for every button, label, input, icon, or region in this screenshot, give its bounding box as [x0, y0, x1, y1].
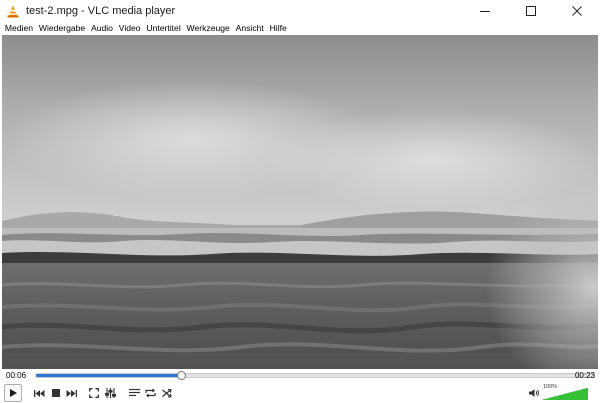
menu-untertitel[interactable]: Untertitel [143, 23, 183, 34]
stop-button[interactable] [49, 386, 63, 400]
close-button[interactable] [554, 0, 600, 22]
extended-settings-button[interactable] [103, 386, 117, 400]
playlist-button[interactable] [127, 386, 141, 400]
stop-icon [52, 389, 60, 397]
window-title: test-2.mpg - VLC media player [26, 5, 176, 17]
skip-next-icon [66, 389, 77, 397]
close-icon [572, 6, 582, 16]
maximize-button[interactable] [508, 0, 554, 22]
menu-bar: Medien Wiedergabe Audio Video Untertitel… [0, 22, 600, 35]
controls-bar: 100% [0, 383, 600, 403]
loop-icon [144, 388, 156, 398]
menu-werkzeuge[interactable]: Werkzeuge [184, 23, 233, 34]
menu-medien[interactable]: Medien [2, 23, 36, 34]
fullscreen-button[interactable] [87, 386, 101, 400]
menu-audio[interactable]: Audio [88, 23, 116, 34]
seek-row: 00:06 00:23 [0, 369, 600, 383]
volume-slider[interactable] [542, 388, 588, 400]
total-time[interactable]: 00:23 [575, 371, 595, 380]
vlc-cone-icon[interactable] [2, 0, 24, 22]
elapsed-time[interactable]: 00:06 [6, 371, 26, 380]
previous-button[interactable] [32, 386, 46, 400]
equalizer-icon [104, 388, 116, 398]
shuffle-icon [162, 388, 172, 398]
play-button[interactable] [4, 384, 22, 402]
skip-previous-icon [33, 389, 44, 397]
menu-video[interactable]: Video [116, 23, 144, 34]
seek-progress-fill [36, 374, 182, 377]
minimize-icon [480, 11, 490, 12]
title-bar: test-2.mpg - VLC media player [0, 0, 600, 22]
playlist-icon [128, 388, 140, 397]
window-controls [462, 0, 600, 22]
fullscreen-icon [89, 388, 99, 398]
seek-slider[interactable] [35, 371, 595, 380]
video-frame[interactable] [2, 35, 598, 369]
random-button[interactable] [160, 386, 174, 400]
loop-button[interactable] [143, 386, 157, 400]
menu-wiedergabe[interactable]: Wiedergabe [36, 23, 88, 34]
speaker-icon [528, 389, 539, 397]
maximize-icon [526, 6, 536, 16]
next-button[interactable] [64, 386, 78, 400]
seek-handle[interactable] [176, 371, 186, 380]
mute-button[interactable] [527, 386, 541, 400]
minimize-button[interactable] [462, 0, 508, 22]
menu-hilfe[interactable]: Hilfe [267, 23, 290, 34]
play-icon [10, 389, 17, 397]
menu-ansicht[interactable]: Ansicht [233, 23, 267, 34]
